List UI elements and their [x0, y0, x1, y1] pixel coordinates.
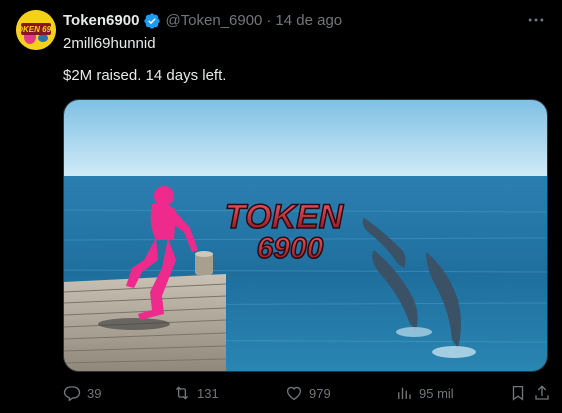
- media-image: TOKEN 6900: [64, 100, 547, 371]
- bookmark-icon: [512, 385, 524, 401]
- repost-icon: [175, 386, 189, 400]
- verified-badge-icon: [144, 13, 161, 29]
- tweet-actions: 39 131 979 95 mil: [63, 382, 549, 404]
- avatar-logo-text: TOKEN 6900: [16, 25, 56, 34]
- author-bio: 2mill69hunnid: [63, 35, 156, 52]
- heart-icon: [286, 386, 302, 401]
- repost-count: 131: [197, 385, 219, 401]
- tweet[interactable]: TOKEN 6900 Token6900 @Token_6900 · 14 de…: [0, 0, 562, 413]
- separator-dot: ·: [266, 12, 272, 29]
- display-name[interactable]: Token6900: [63, 11, 139, 31]
- like-count: 979: [309, 385, 331, 401]
- reply-button[interactable]: 39: [63, 384, 101, 402]
- share-icon: [535, 385, 549, 400]
- reply-count: 39: [87, 385, 102, 401]
- tweet-header: Token6900 @Token_6900 · 14 de ago: [63, 11, 342, 31]
- token-logo-icon: TOKEN 6900: [16, 10, 56, 50]
- more-options-icon[interactable]: [526, 10, 546, 30]
- views-chart-icon: [398, 387, 411, 399]
- repost-button[interactable]: 131: [173, 384, 219, 402]
- tweet-text: $2M raised. 14 days left.: [63, 67, 227, 84]
- handle[interactable]: @Token_6900: [165, 11, 262, 31]
- like-button[interactable]: 979: [285, 384, 331, 402]
- bookmark-button[interactable]: [509, 384, 527, 402]
- media-overlay-subtitle: 6900: [257, 232, 324, 265]
- tweet-media[interactable]: TOKEN 6900: [63, 99, 548, 372]
- reply-icon: [63, 386, 81, 402]
- views-count: 95 mil: [419, 385, 454, 401]
- media-overlay-title: TOKEN: [225, 198, 345, 236]
- share-button[interactable]: [533, 384, 551, 402]
- tweet-date[interactable]: 14 de ago: [275, 11, 342, 31]
- views-button[interactable]: 95 mil: [395, 384, 454, 402]
- avatar[interactable]: TOKEN 6900: [16, 10, 56, 50]
